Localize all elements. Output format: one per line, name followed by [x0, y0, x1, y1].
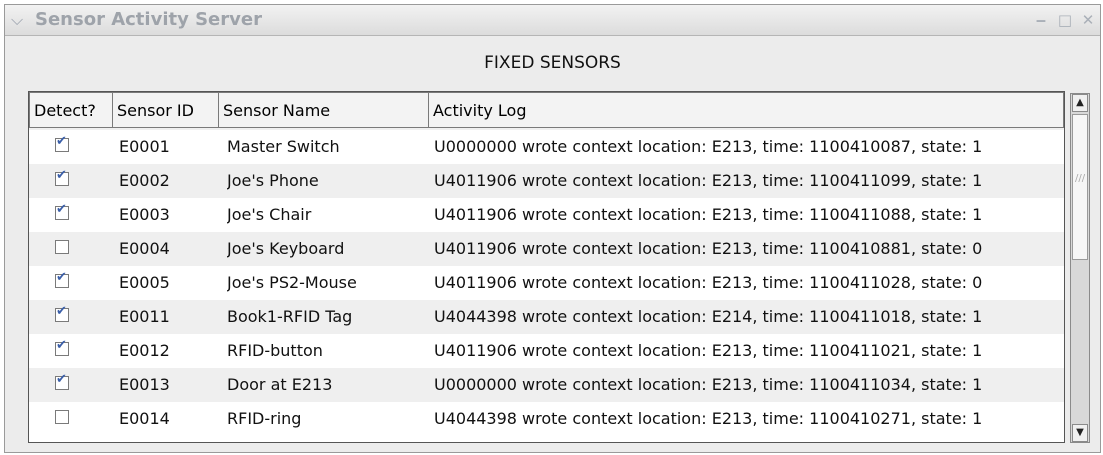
scrollbar-grip-icon: /// — [1075, 173, 1086, 184]
activity-log-cell: U4011906 wrote context location: E213, t… — [434, 273, 983, 292]
detect-checkbox[interactable] — [55, 270, 69, 288]
sensor-name-cell: Master Switch — [227, 137, 340, 156]
sensor-id-cell: E0001 — [119, 137, 170, 156]
sensor-activity-window: ⌵ Sensor Activity Server ‒ □ ✕ FIXED SEN… — [4, 4, 1101, 453]
sensor-name-cell: Joe's Chair — [227, 205, 312, 224]
sensor-name-cell: Joe's PS2-Mouse — [227, 273, 357, 292]
vertical-scrollbar[interactable]: ▲ /// ▼ — [1070, 93, 1090, 443]
table-row[interactable]: E0014 RFID-ring U4044398 wrote context loc… — [29, 402, 1064, 436]
table-row[interactable]: E0011 Book1-RFID Tag U4044398 wrote contex… — [29, 300, 1064, 334]
column-header-sensor-id[interactable]: Sensor ID — [112, 92, 219, 128]
sensor-id-cell: E0011 — [119, 307, 170, 326]
detect-checkbox[interactable] — [55, 134, 69, 152]
column-header-activity-log[interactable]: Activity Log — [428, 92, 1064, 128]
column-header-detect[interactable]: Detect? — [29, 92, 113, 128]
table-row[interactable]: E0001 Master Switch U0000000 wrote context… — [29, 130, 1064, 164]
activity-log-cell: U4044398 wrote context location: E214, t… — [434, 307, 983, 326]
maximize-icon[interactable]: □ — [1057, 12, 1073, 28]
table-row[interactable]: E0005 Joe's PS2-Mouse U4011906 wrote conte… — [29, 266, 1064, 300]
scrollbar-thumb[interactable]: /// — [1072, 114, 1088, 260]
table-header: Detect? Sensor ID Sensor Name Activity L… — [29, 92, 1064, 130]
activity-log-cell: U4011906 wrote context location: E213, t… — [434, 239, 983, 258]
detect-checkbox[interactable] — [55, 202, 69, 220]
activity-log-cell: U0000000 wrote context location: E213, t… — [434, 375, 983, 394]
activity-log-cell: U0000000 wrote context location: E213, t… — [434, 137, 983, 156]
table-row[interactable]: E0012 RFID-button U4011906 wrote context l… — [29, 334, 1064, 368]
sensor-id-cell: E0005 — [119, 273, 170, 292]
detect-checkbox[interactable] — [55, 240, 69, 254]
sensor-name-cell: RFID-button — [227, 341, 323, 360]
window-title: Sensor Activity Server — [35, 9, 262, 30]
sensor-name-cell: RFID-ring — [227, 409, 302, 428]
detect-checkbox[interactable] — [55, 168, 69, 186]
column-header-sensor-name[interactable]: Sensor Name — [218, 92, 429, 128]
sensor-name-cell: Joe's Keyboard — [227, 239, 345, 258]
table-row[interactable]: E0004 Joe's Keyboard U4011906 wrote contex… — [29, 232, 1064, 266]
detect-checkbox[interactable] — [55, 372, 69, 390]
activity-log-cell: U4011906 wrote context location: E213, t… — [434, 205, 983, 224]
window-menu-chevron-icon[interactable]: ⌵ — [11, 11, 29, 29]
activity-log-cell: U4011906 wrote context location: E213, t… — [434, 171, 983, 190]
table-row[interactable]: E0003 Joe's Chair U4011906 wrote context l… — [29, 198, 1064, 232]
sensor-id-cell: E0014 — [119, 409, 170, 428]
table-row[interactable]: E0013 Door at E213 U0000000 wrote context … — [29, 368, 1064, 402]
activity-log-cell: U4011906 wrote context location: E213, t… — [434, 341, 983, 360]
detect-checkbox[interactable] — [55, 410, 69, 424]
scroll-down-icon[interactable]: ▼ — [1072, 424, 1088, 442]
sensor-id-cell: E0004 — [119, 239, 170, 258]
close-icon[interactable]: ✕ — [1080, 12, 1096, 28]
detect-checkbox[interactable] — [55, 338, 69, 356]
minimize-icon[interactable]: ‒ — [1033, 12, 1049, 28]
sensor-name-cell: Book1-RFID Tag — [227, 307, 353, 326]
sensor-id-cell: E0003 — [119, 205, 170, 224]
sensor-id-cell: E0013 — [119, 375, 170, 394]
table-row[interactable]: E0002 Joe's Phone U4011906 wrote context l… — [29, 164, 1064, 198]
sensor-name-cell: Joe's Phone — [227, 171, 319, 190]
sensors-table: Detect? Sensor ID Sensor Name Activity L… — [28, 91, 1065, 443]
detect-checkbox[interactable] — [55, 304, 69, 322]
scroll-up-icon[interactable]: ▲ — [1072, 94, 1088, 112]
sensor-id-cell: E0002 — [119, 171, 170, 190]
sensor-id-cell: E0012 — [119, 341, 170, 360]
section-title: FIXED SENSORS — [484, 53, 621, 73]
activity-log-cell: U4044398 wrote context location: E213, t… — [434, 409, 983, 428]
sensor-name-cell: Door at E213 — [227, 375, 333, 394]
title-bar[interactable]: ⌵ Sensor Activity Server ‒ □ ✕ — [5, 5, 1100, 36]
